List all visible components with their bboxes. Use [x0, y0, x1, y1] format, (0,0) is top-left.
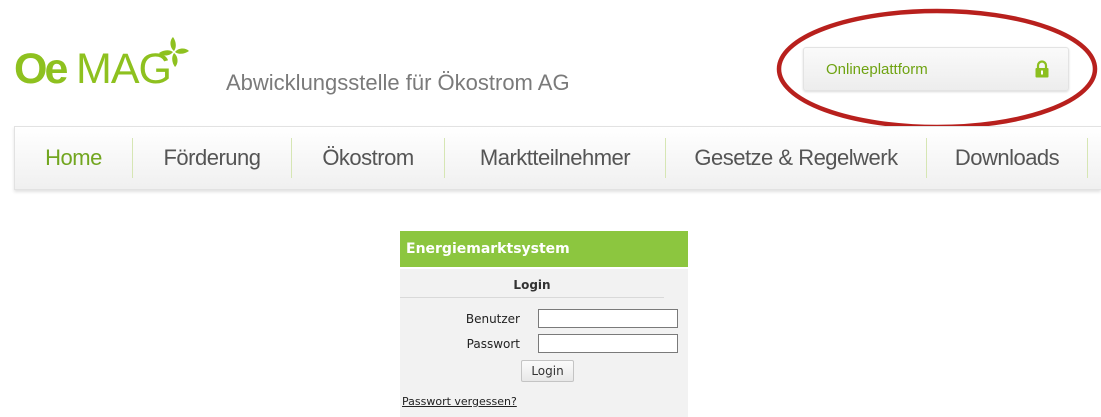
logo-text-mag: MAG	[76, 45, 172, 93]
forgot-password-link[interactable]: Passwort vergessen?	[402, 395, 517, 408]
main-navigation: Home Förderung Ökostrom Marktteilnehmer …	[14, 126, 1101, 190]
nav-item-oekostrom[interactable]: Ökostrom	[292, 127, 444, 189]
username-input[interactable]	[538, 309, 678, 328]
company-tagline: Abwicklungsstelle für Ökostrom AG	[226, 70, 570, 95]
nav-item-gesetze-regelwerk[interactable]: Gesetze & Regelwerk	[666, 127, 926, 189]
logo-text-oe: Oe	[14, 45, 68, 93]
login-panel: Energiemarktsystem Login Benutzer Passwo…	[400, 231, 688, 417]
nav-item-marktteilnehmer[interactable]: Marktteilnehmer	[445, 127, 665, 189]
onlineplattform-button[interactable]: Onlineplattform	[803, 47, 1069, 91]
password-input[interactable]	[538, 334, 678, 353]
password-label: Passwort	[466, 337, 520, 351]
username-label: Benutzer	[465, 312, 520, 326]
login-heading: Login	[513, 278, 551, 292]
nav-item-home[interactable]: Home	[15, 127, 132, 189]
login-form: Login Benutzer Passwort Login Passwort v…	[400, 269, 688, 417]
login-divider	[400, 297, 664, 298]
login-submit-button[interactable]: Login	[521, 360, 574, 382]
panel-title: Energiemarktsystem	[400, 231, 688, 267]
nav-item-downloads[interactable]: Downloads	[927, 127, 1087, 189]
pinwheel-icon	[159, 37, 189, 67]
onlineplattform-label: Onlineplattform	[826, 61, 928, 78]
nav-divider	[1087, 138, 1088, 178]
nav-item-foerderung[interactable]: Förderung	[133, 127, 291, 189]
lock-icon	[1035, 60, 1049, 78]
